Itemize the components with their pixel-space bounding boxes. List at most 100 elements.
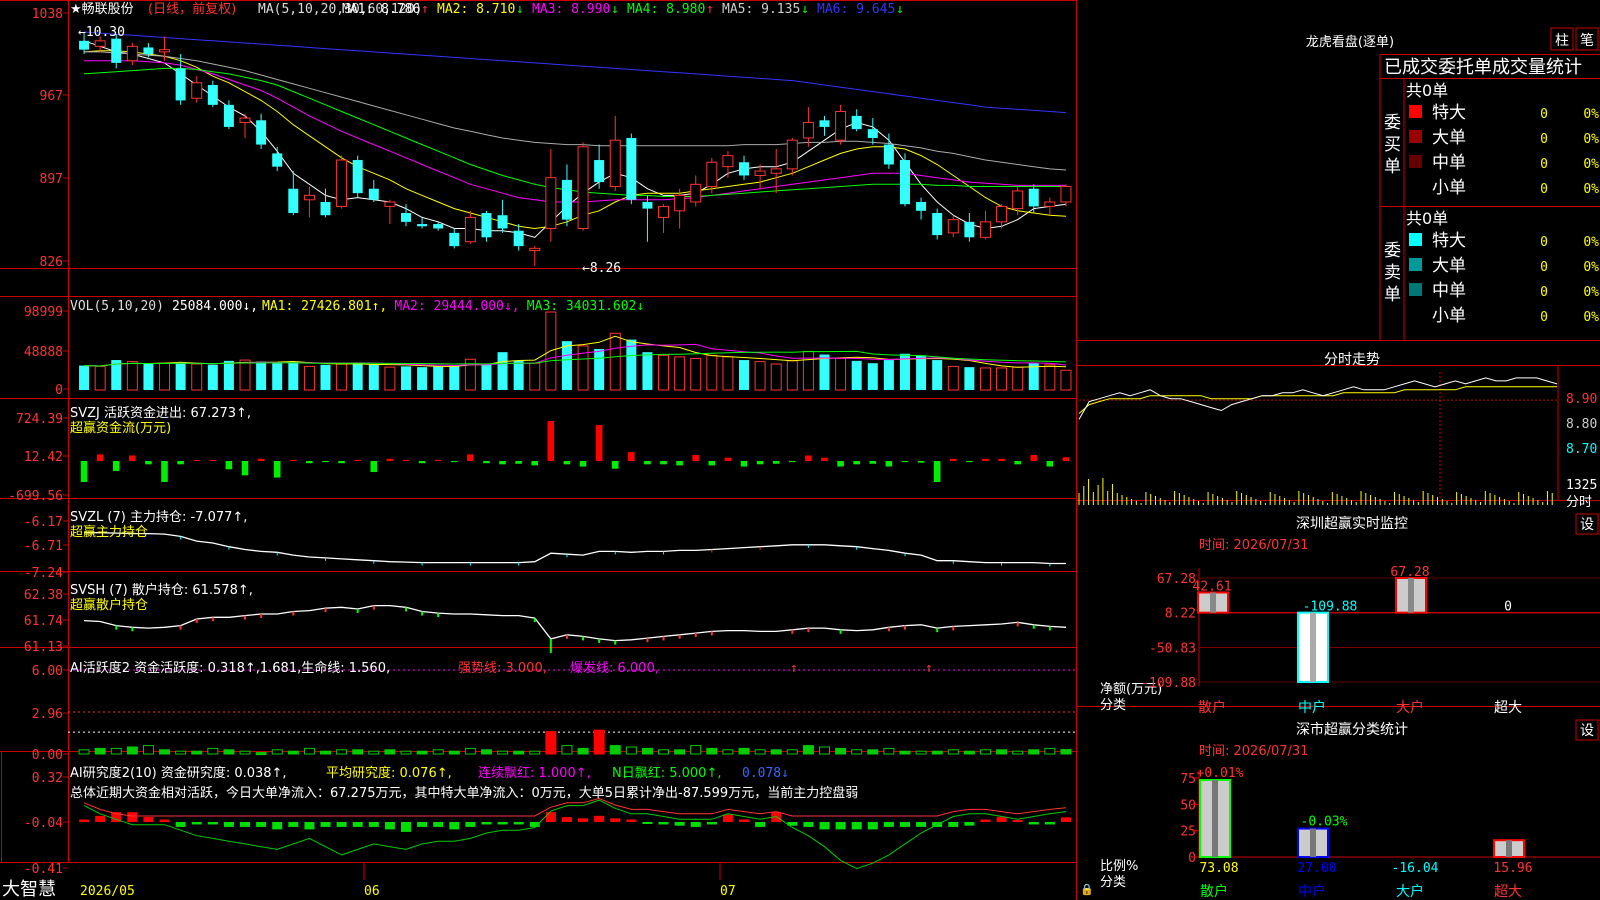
volume-bar-up [126,361,138,391]
ma-legend-item: MA4: 8.980 [627,2,705,17]
volume-bar-up [336,363,348,391]
candle-body-down [867,129,878,138]
svzj-bar [225,461,233,470]
ma-legend-item: MA6: 9.645 [817,2,895,17]
volume-bar-down [513,360,524,390]
ai-research-bar [819,822,830,830]
ai-active-bar [979,749,991,755]
candle-body-down [433,224,444,229]
volume-bar-down [272,363,283,390]
ai-research-nred: N日飘红: 5.000↑, [612,765,721,781]
sz-monitor-settings-label[interactable]: 设 [1580,517,1594,533]
svzj-bar [450,461,458,463]
sz-classify-category: 中户 [1298,883,1326,900]
svzj-bar [821,457,828,461]
dragon-side-label-char: 委 [1384,113,1401,133]
candle-body-up [996,205,1008,223]
volume-bar-up [239,359,251,391]
volume-bar-down [256,361,267,390]
candle-body-up [979,221,991,238]
period-label[interactable]: (日线，前复权) [148,1,236,17]
volume-bar-down [481,364,492,390]
lock-icon[interactable]: 🔒 [1080,883,1094,896]
candle-body-down [400,213,411,222]
svsh-label: SVSH (7) 散户持仓: 61.578↑, [70,582,253,598]
ai-research-bar [755,822,766,827]
ai_research_panel-y-tick: 0.32 [32,771,63,786]
ai-research-bar [578,818,589,822]
volume-bar-up [786,360,798,391]
svsh_panel-y-tick: 62.38 [24,588,63,603]
dragon-color-swatch [1409,283,1422,296]
ai-active-arrow: ↑ [790,661,798,676]
volume-bar-down [320,364,331,390]
sz-classify-category: 超大 [1494,884,1522,900]
candle-body-up [94,40,106,47]
svzj-bar [96,454,104,461]
volume-bar-down [561,341,572,390]
sz-classify-bar-shade [1310,828,1316,857]
svzj-bar [193,460,200,461]
volume-bar-down [883,360,894,390]
svzj-bar [177,461,184,465]
volume-bar-up [1044,364,1056,391]
ai-active-bar [963,750,975,755]
dragon-color-swatch [1409,258,1422,271]
ai-research-bar [384,822,395,830]
ai-research-bar [79,819,90,822]
svsh-sub: 超赢散户持仓 [70,597,148,613]
ai-research-bar [143,817,154,822]
dragon-side-label-char: 卖 [1384,263,1401,283]
ai-active-bar [931,750,943,755]
candle-body-up [1060,186,1072,203]
candle-body-up [384,201,396,207]
candle-body-down [883,144,894,165]
candle-body-down [111,38,122,63]
ai-active-bar [110,747,122,755]
volume-bar-down [79,365,90,390]
ai-active-bar [320,750,331,755]
stock-chart-screen[interactable]: 1038 967 897 826 98999 48888 0 724.39 12.42 -699.… [0,0,1600,900]
ai-active-arrow: ↑ [925,661,933,676]
ai-active-bar [336,749,348,755]
svzj-bar [467,454,474,461]
ai-active-bar [78,749,90,755]
volume-bar-down [964,367,975,390]
candle-body-down [561,179,572,220]
bi-button-label[interactable]: 笔 [1580,33,1594,49]
ai-research-bar [256,822,267,827]
svzj-bar [676,461,683,466]
ai-research-bar [594,815,605,822]
ai-active-bar [1028,749,1040,755]
vol_panel-y-tick: 48888 [24,345,63,360]
volume-bar-down [400,366,411,390]
dragon-row-name: 特大 [1432,103,1466,123]
svzj-bar [611,461,619,469]
sz-classify-value-label: -16.04 [1392,861,1439,876]
svzj-bar [660,461,667,465]
volume-bar-down [497,352,508,390]
ai-research-line [83,799,1067,870]
dragon-total: 共0单 [1406,209,1448,228]
panel-frame: 1038 967 897 826 98999 48888 0 724.39 12.42 -699.… [0,0,1600,900]
svzj-bar [80,461,88,482]
zhu-button-label[interactable]: 柱 [1555,33,1569,49]
svzj-bar [595,425,603,461]
sz-classify-change-label: +0.01% [1197,766,1244,781]
dragon-row-pct: 0% [1583,235,1599,250]
stock-name[interactable]: ★畅联股份 [70,2,134,17]
volume-bar-down [819,354,830,390]
ai-active-bar [738,747,750,755]
candle-body-down [916,201,927,211]
sz-classify-yaxis-label: 比例% [1100,859,1138,874]
ai-active-bar [577,747,589,755]
volume-bar-down [207,364,218,390]
svzj-bar [885,461,893,467]
volume-bar-up [706,354,718,391]
svzj-bar [402,459,410,461]
vol_panel-y-tick: 98999 [24,305,63,320]
volume-bar-down [223,360,234,390]
volume-bar-up [1012,366,1024,391]
dragon-row-name: 特大 [1432,231,1466,251]
sz-classify-settings-label[interactable]: 设 [1580,723,1594,739]
